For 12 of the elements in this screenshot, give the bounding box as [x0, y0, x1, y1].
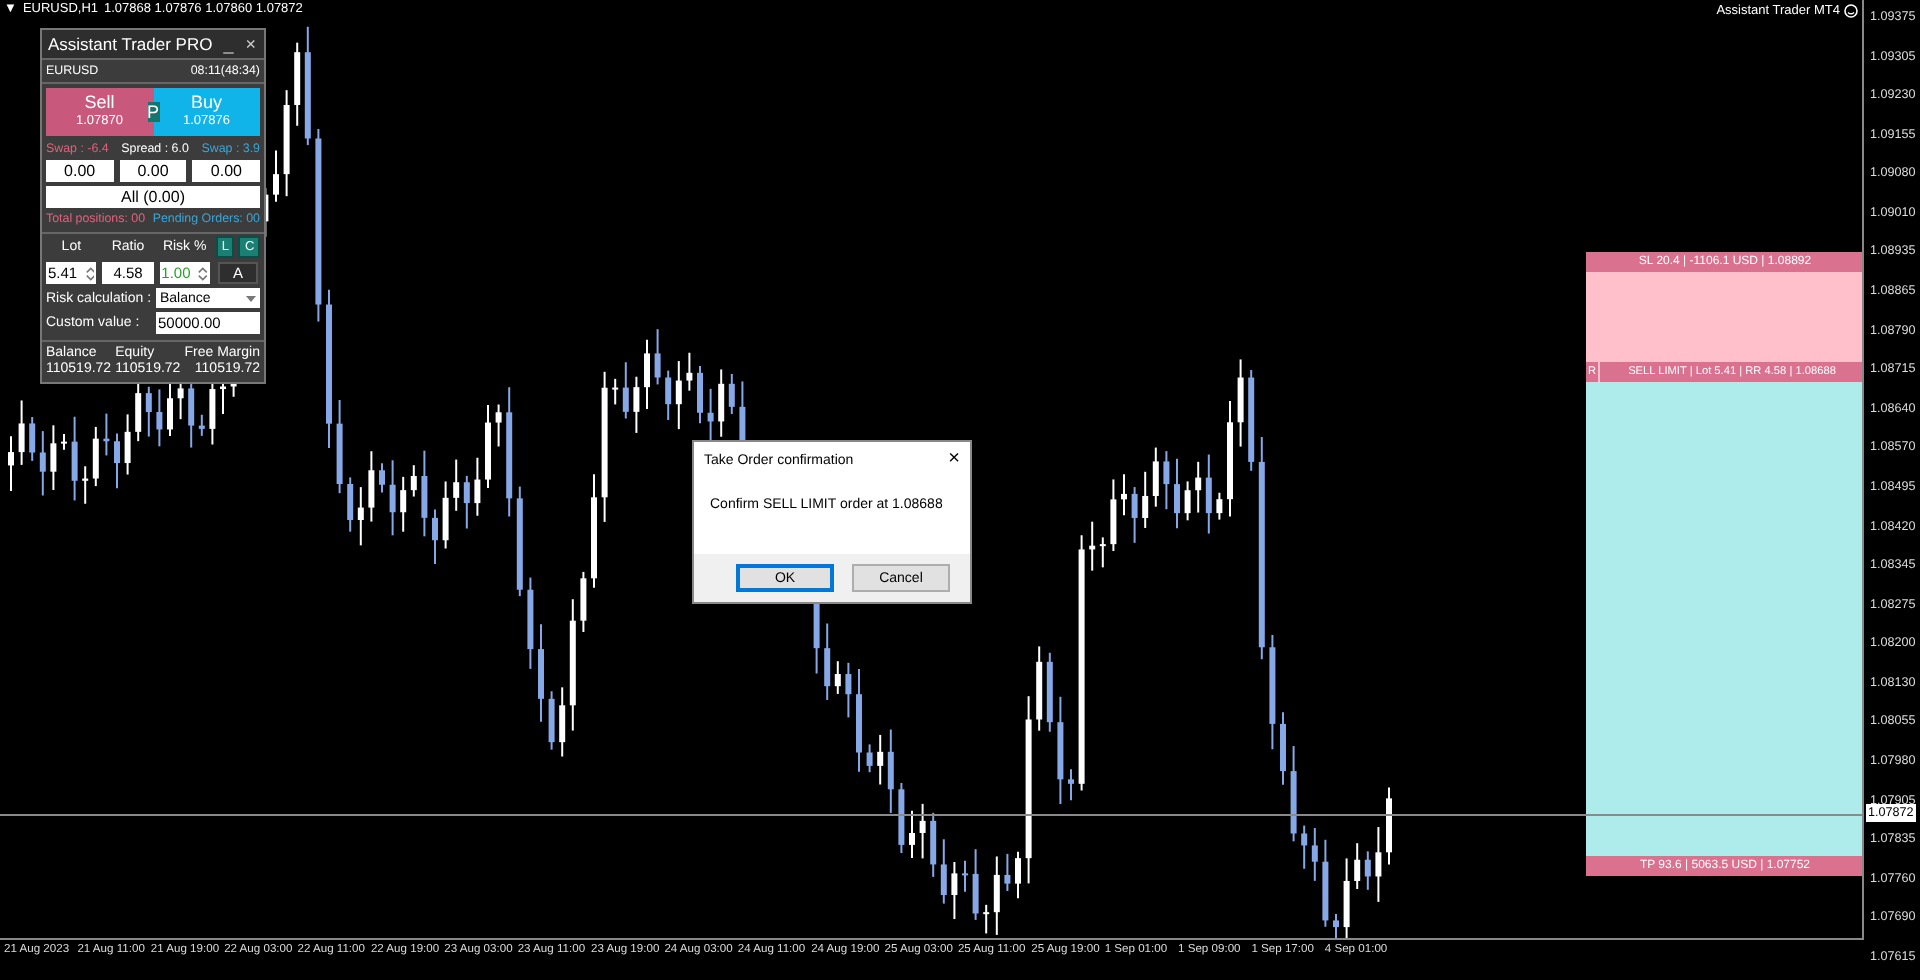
close-all-button[interactable]: All (0.00) [46, 186, 260, 208]
minimize-button[interactable]: _ [221, 35, 236, 53]
input-field[interactable]: 0.00 [46, 160, 114, 182]
spinner-icon[interactable] [85, 265, 95, 281]
smiley-icon [1844, 4, 1858, 18]
close-button[interactable]: × [948, 450, 960, 470]
close-button[interactable]: × [243, 35, 258, 53]
panel-title: Assistant Trader PRO [48, 34, 214, 54]
caret-icon [246, 295, 256, 301]
input-field[interactable]: 0.00 [192, 160, 261, 182]
input-field[interactable]: 0.00 [119, 160, 187, 182]
spinner-icon[interactable] [198, 265, 208, 281]
